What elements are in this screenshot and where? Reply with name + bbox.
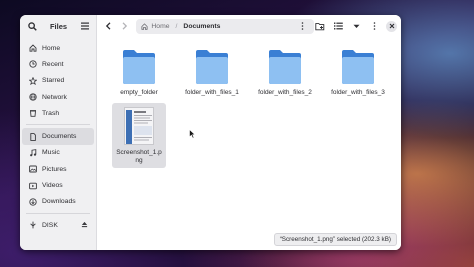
document-icon <box>28 132 38 142</box>
header-toolbar: Home / Documents <box>97 15 401 37</box>
sidebar-item-label: Downloads <box>42 198 76 206</box>
list-view-icon[interactable] <box>332 20 344 32</box>
folder-icon <box>341 49 375 85</box>
sidebar-item-downloads[interactable]: Downloads <box>22 194 94 210</box>
file-item[interactable]: folder_with_files_3 <box>323 49 393 97</box>
selection-highlight: Screenshot_1.png <box>112 103 166 168</box>
status-bar: “Screenshot_1.png” selected (202.3 kB) <box>273 233 397 246</box>
sidebar-item-label: Pictures <box>42 165 67 173</box>
sidebar-item-pictures[interactable]: Pictures <box>22 161 94 177</box>
sidebar-item-documents[interactable]: Documents <box>22 128 94 145</box>
sidebar-item-recent[interactable]: Recent <box>22 56 94 72</box>
videos-icon <box>28 181 38 191</box>
path-home-label: Home <box>151 22 170 30</box>
sidebar-divider <box>26 124 90 126</box>
mouse-pointer-icon <box>189 128 196 141</box>
sidebar-item-trash[interactable]: Trash <box>22 105 94 121</box>
path-bar[interactable]: Home / Documents <box>136 18 314 34</box>
sidebar-item-home[interactable]: Home <box>22 40 94 56</box>
file-item[interactable]: empty_folder <box>104 49 174 97</box>
new-folder-icon[interactable] <box>314 20 326 32</box>
sidebar-item-label: Videos <box>42 182 63 190</box>
file-name: folder_with_files_2 <box>258 89 312 96</box>
path-home-segment[interactable]: Home <box>141 22 170 30</box>
file-name: empty_folder <box>120 89 158 96</box>
close-icon[interactable] <box>386 20 397 32</box>
file-item-selected[interactable]: Screenshot_1.png <box>112 103 166 168</box>
file-name: folder_with_files_3 <box>331 89 385 96</box>
sidebar-item-network[interactable]: Network <box>22 89 94 105</box>
more-options-icon[interactable] <box>297 20 309 32</box>
star-icon <box>28 76 38 86</box>
home-icon <box>28 43 38 53</box>
folder-icon <box>195 49 229 85</box>
clock-icon <box>28 59 38 69</box>
window-menu-icon[interactable] <box>368 20 380 32</box>
sidebar-places: Home Recent Starred Network Trash Docume… <box>20 37 96 233</box>
sidebar-header: Files <box>20 15 96 37</box>
sidebar-item-label: Music <box>42 149 60 157</box>
sidebar-item-music[interactable]: Music <box>22 145 94 161</box>
sidebar-item-disk[interactable]: DISK <box>22 217 94 233</box>
home-icon <box>141 22 148 30</box>
trash-icon <box>28 108 38 118</box>
sidebar-item-videos[interactable]: Videos <box>22 177 94 193</box>
sidebar-item-label: DISK <box>42 221 58 229</box>
sidebar-item-label: Documents <box>42 133 77 141</box>
sidebar-item-label: Network <box>42 93 67 101</box>
disk-icon <box>28 220 38 230</box>
sidebar: Files Home Recent Starred Network Trash … <box>20 15 97 250</box>
folder-icon <box>268 49 302 85</box>
file-item[interactable]: folder_with_files_2 <box>250 49 320 97</box>
files-window: Files Home Recent Starred Network Trash … <box>20 15 401 250</box>
folder-icon <box>122 49 156 85</box>
music-icon <box>28 148 38 158</box>
file-name: folder_with_files_1 <box>185 89 239 96</box>
file-name: Screenshot_1.png <box>116 149 162 164</box>
forward-arrow-icon[interactable] <box>119 20 131 32</box>
sidebar-divider <box>26 212 90 214</box>
network-icon <box>28 92 38 102</box>
pictures-icon <box>28 164 38 174</box>
back-arrow-icon[interactable] <box>103 20 115 32</box>
toolbar-right <box>314 20 397 32</box>
path-current-segment[interactable]: Documents <box>183 23 220 30</box>
sidebar-item-starred[interactable]: Starred <box>22 73 94 89</box>
hamburger-menu-icon[interactable] <box>79 20 91 32</box>
sidebar-item-label: Trash <box>42 109 60 117</box>
search-icon[interactable] <box>26 20 38 32</box>
file-item[interactable]: folder_with_files_1 <box>177 49 247 97</box>
eject-icon[interactable] <box>81 221 88 230</box>
sidebar-item-label: Starred <box>42 77 65 85</box>
download-icon <box>28 197 38 207</box>
file-grid: empty_folder folder_with_files_1 folder_… <box>97 37 401 250</box>
main-view: Home / Documents empty_folder folder_wit… <box>97 15 401 250</box>
sidebar-item-label: Recent <box>42 60 64 68</box>
image-thumbnail <box>124 107 154 145</box>
chevron-down-icon[interactable] <box>350 20 362 32</box>
path-separator: / <box>175 22 178 30</box>
sidebar-title: Files <box>49 21 68 31</box>
sidebar-item-label: Home <box>42 44 61 52</box>
